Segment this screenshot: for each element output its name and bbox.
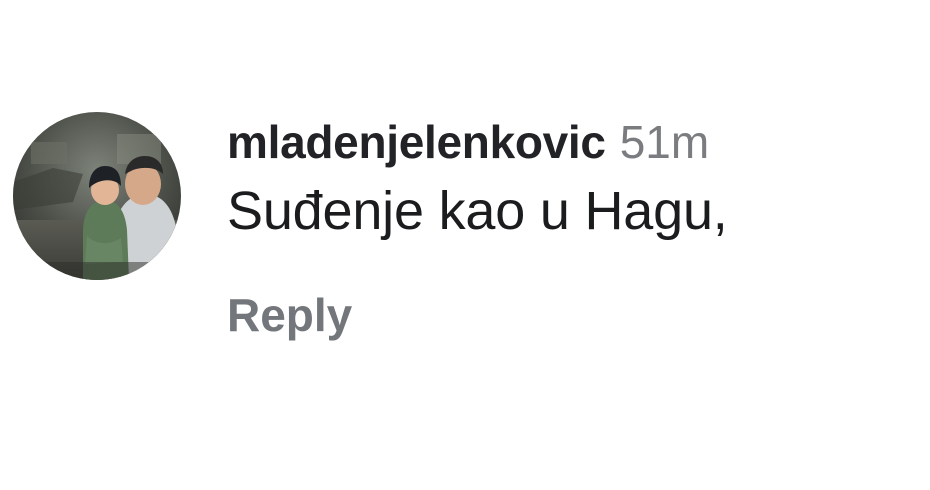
comment-header: mladenjelenkovic 51m [227,112,930,172]
avatar-photo-icon [13,112,181,280]
comment-body: mladenjelenkovic 51m Suđenje kao u Hagu,… [227,112,930,342]
comment-text: Suđenje kao u Hagu, [227,181,728,241]
comment-item: mladenjelenkovic 51m Suđenje kao u Hagu,… [0,0,930,490]
username[interactable]: mladenjelenkovic [227,119,606,165]
timestamp: 51m [619,116,710,168]
reply-button[interactable]: Reply [227,288,352,342]
avatar[interactable] [13,112,181,280]
